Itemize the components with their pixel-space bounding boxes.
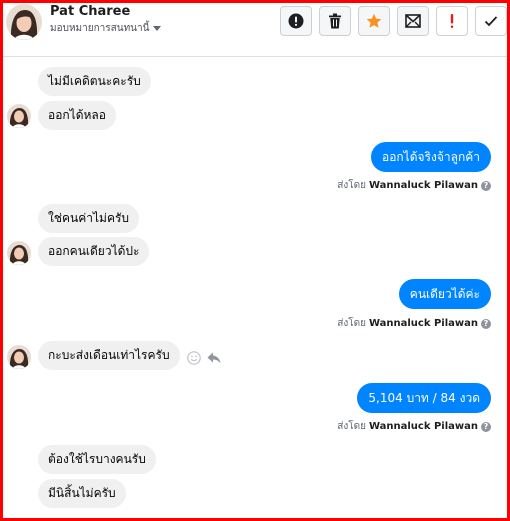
- incoming-message[interactable]: กะบะส่งเดือนเท่าไรครับ: [38, 341, 180, 370]
- reply-arrow-icon: [207, 352, 221, 364]
- contact-avatar-small: [7, 104, 31, 128]
- incoming-message[interactable]: ไม่มีเคดิตนะคะรับ: [38, 67, 151, 96]
- star-button[interactable]: [358, 6, 390, 36]
- sent-by-agent: Wannaluck Pilawan: [368, 180, 478, 191]
- sent-by-prefix: ส่งโดย: [337, 180, 366, 191]
- incoming-message[interactable]: ออกคนเดียวได้ปะ: [38, 237, 150, 266]
- sent-by-agent: Wannaluck Pilawan: [368, 421, 478, 432]
- exclamation-circle-icon: [288, 13, 304, 29]
- assign-conversation-dropdown[interactable]: มอบหมายการสนทนานี้: [50, 21, 162, 36]
- conversation-actions: [280, 6, 507, 36]
- trash-icon: [329, 13, 341, 29]
- red-exclamation-icon: [450, 14, 454, 28]
- incoming-message[interactable]: ใช่คนค่าไม่ครับ: [38, 204, 140, 233]
- assign-label: มอบหมายการสนทนานี้: [50, 23, 150, 34]
- help-icon[interactable]: ?: [481, 180, 491, 191]
- mark-spam-button[interactable]: [280, 6, 312, 36]
- incoming-message[interactable]: ต้องใช้ไรบางคนรับ: [38, 445, 156, 474]
- smiley-icon: [187, 351, 201, 365]
- follow-up-button[interactable]: [436, 6, 468, 36]
- envelope-icon: [405, 14, 421, 28]
- chevron-down-icon: [153, 26, 162, 31]
- checkmark-icon: [484, 16, 498, 27]
- contact-name[interactable]: Pat Charee: [50, 4, 130, 19]
- incoming-message[interactable]: ออกได้หลอ: [38, 101, 116, 130]
- outgoing-message[interactable]: 5,104 บาท / 84 งวด: [357, 383, 491, 413]
- star-icon: [366, 13, 382, 28]
- incoming-message[interactable]: มีนิสิ้นไม่ครับ: [38, 479, 126, 508]
- contact-avatar-small: [7, 241, 31, 265]
- contact-avatar-small: [7, 345, 31, 369]
- mark-unread-button[interactable]: [397, 6, 429, 36]
- sent-by-label: ส่งโดย Wannaluck Pilawan ?: [337, 316, 491, 331]
- contact-avatar[interactable]: [6, 4, 42, 40]
- sent-by-label: ส่งโดย Wannaluck Pilawan ?: [337, 419, 491, 434]
- mark-done-button[interactable]: [475, 6, 507, 36]
- sent-by-prefix: ส่งโดย: [337, 318, 366, 329]
- outgoing-message[interactable]: คนเดียวได้ค่ะ: [398, 279, 491, 309]
- help-icon[interactable]: ?: [481, 318, 491, 329]
- message-tools: [187, 351, 221, 365]
- delete-button[interactable]: [319, 6, 351, 36]
- help-icon[interactable]: ?: [481, 421, 491, 432]
- sent-by-prefix: ส่งโดย: [337, 421, 366, 432]
- conversation-header: Pat Charee มอบหมายการสนทนานี้: [3, 3, 507, 57]
- reply-button[interactable]: [207, 352, 221, 364]
- sent-by-label: ส่งโดย Wannaluck Pilawan ?: [337, 178, 491, 193]
- react-emoji-button[interactable]: [187, 351, 201, 365]
- outgoing-message[interactable]: ออกได้จริงจ้าลูกค้า: [371, 142, 491, 172]
- sent-by-agent: Wannaluck Pilawan: [368, 318, 478, 329]
